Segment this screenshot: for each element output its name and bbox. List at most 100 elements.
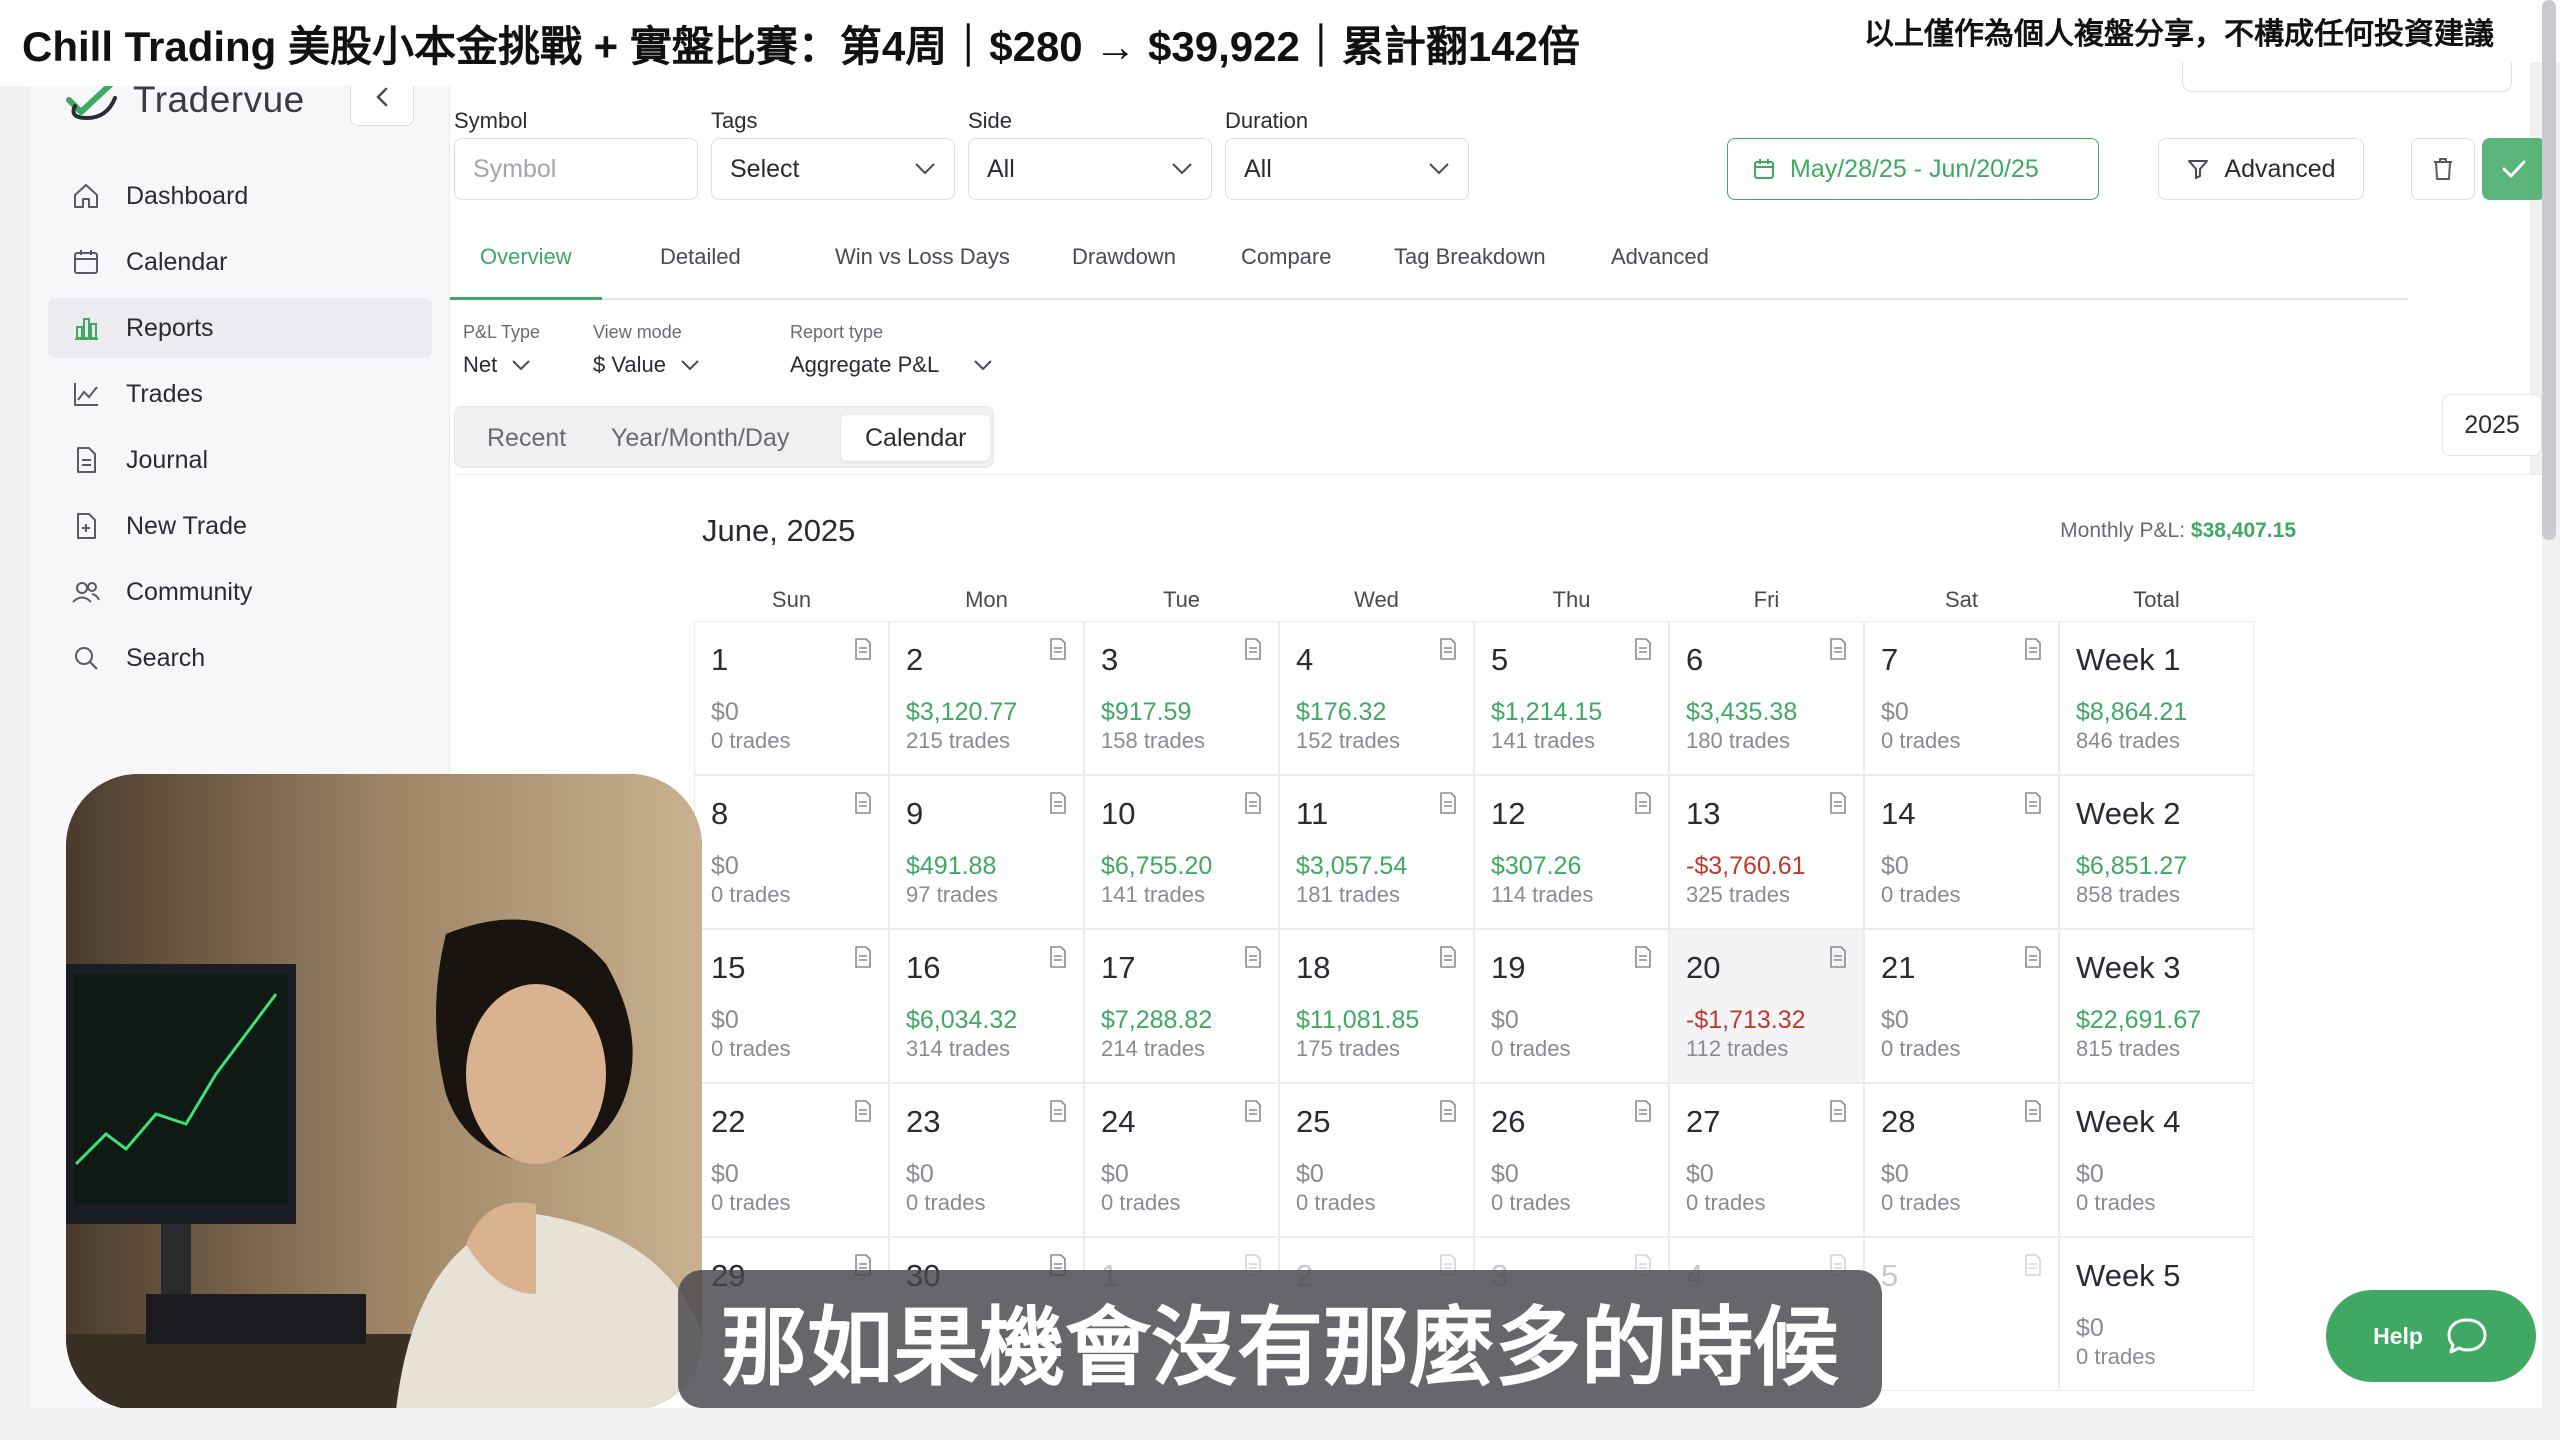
sidebar-item-calendar[interactable]: Calendar (48, 232, 432, 292)
note-icon[interactable] (1049, 638, 1067, 660)
view-mode-select[interactable]: $ Value (593, 352, 700, 378)
note-icon[interactable] (1049, 1100, 1067, 1122)
advanced-filter-button[interactable]: Advanced (2158, 138, 2364, 200)
note-icon[interactable] (1244, 638, 1262, 660)
note-icon[interactable] (1244, 946, 1262, 968)
clear-filters-button[interactable] (2411, 138, 2475, 200)
sidebar-item-dashboard[interactable]: Dashboard (48, 166, 432, 226)
calendar-day-cell[interactable]: 28 $0 0 trades (1864, 1083, 2059, 1237)
calendar-day-cell[interactable]: 27 $0 0 trades (1669, 1083, 1864, 1237)
view-recent[interactable]: Recent (463, 415, 590, 461)
note-icon[interactable] (2024, 792, 2042, 814)
tab-win-vs-loss-days[interactable]: Win vs Loss Days (835, 234, 1010, 300)
tab-drawdown[interactable]: Drawdown (1072, 234, 1176, 300)
note-icon[interactable] (1439, 1100, 1457, 1122)
note-icon[interactable] (1439, 946, 1457, 968)
note-icon[interactable] (1244, 792, 1262, 814)
sidebar-item-search[interactable]: Search (48, 628, 432, 688)
filter-icon (2188, 160, 2209, 179)
duration-select[interactable]: All (1225, 138, 1469, 200)
calendar-day-cell[interactable]: 13 -$3,760.61 325 trades (1669, 775, 1864, 929)
calendar-day-cell[interactable]: 25 $0 0 trades (1279, 1083, 1474, 1237)
symbol-input[interactable]: Symbol (454, 138, 698, 200)
note-icon[interactable] (1634, 638, 1652, 660)
note-icon[interactable] (1049, 792, 1067, 814)
tab-compare[interactable]: Compare (1241, 234, 1331, 300)
calendar-day-cell[interactable]: 1 $0 0 trades (694, 621, 889, 775)
calendar-day-cell[interactable]: 5 (1864, 1237, 2059, 1391)
note-icon[interactable] (2024, 946, 2042, 968)
year-selector[interactable]: 2025 (2442, 394, 2542, 456)
note-icon[interactable] (1829, 1100, 1847, 1122)
note-icon[interactable] (854, 1100, 872, 1122)
tab-detailed[interactable]: Detailed (660, 234, 741, 300)
week-total-cell[interactable]: Week 3 $22,691.67 815 trades (2059, 929, 2254, 1083)
calendar-day-cell[interactable]: 14 $0 0 trades (1864, 775, 2059, 929)
day-number: 8 (711, 796, 729, 831)
view-calendar[interactable]: Calendar (841, 415, 991, 461)
calendar-day-cell[interactable]: 2 $3,120.77 215 trades (889, 621, 1084, 775)
calendar-day-cell[interactable]: 10 $6,755.20 141 trades (1084, 775, 1279, 929)
calendar-day-cell[interactable]: 20 -$1,713.32 112 trades (1669, 929, 1864, 1083)
calendar-day-cell[interactable]: 16 $6,034.32 314 trades (889, 929, 1084, 1083)
calendar-day-cell[interactable]: 12 $307.26 114 trades (1474, 775, 1669, 929)
week-total-cell[interactable]: Week 1 $8,864.21 846 trades (2059, 621, 2254, 775)
calendar-day-cell[interactable]: 19 $0 0 trades (1474, 929, 1669, 1083)
week-total-cell[interactable]: Week 4 $0 0 trades (2059, 1083, 2254, 1237)
calendar-day-cell[interactable]: 23 $0 0 trades (889, 1083, 1084, 1237)
calendar-day-cell[interactable]: 26 $0 0 trades (1474, 1083, 1669, 1237)
pl-type-select[interactable]: Net (463, 352, 531, 378)
note-icon[interactable] (854, 792, 872, 814)
note-icon[interactable] (1634, 946, 1652, 968)
calendar-day-cell[interactable]: 11 $3,057.54 181 trades (1279, 775, 1474, 929)
calendar-day-cell[interactable]: 17 $7,288.82 214 trades (1084, 929, 1279, 1083)
day-pnl: $0 (1101, 1160, 1129, 1188)
date-range-picker[interactable]: May/28/25 - Jun/20/25 (1727, 138, 2099, 200)
note-icon[interactable] (854, 946, 872, 968)
note-icon[interactable] (2024, 1100, 2042, 1122)
calendar-day-cell[interactable]: 24 $0 0 trades (1084, 1083, 1279, 1237)
note-icon[interactable] (1244, 1100, 1262, 1122)
note-icon[interactable] (1634, 792, 1652, 814)
sidebar-item-reports[interactable]: Reports (48, 298, 432, 358)
note-icon[interactable] (1439, 638, 1457, 660)
view-year-month-day[interactable]: Year/Month/Day (587, 415, 813, 461)
note-icon[interactable] (1439, 792, 1457, 814)
calendar-day-cell[interactable]: 22 $0 0 trades (694, 1083, 889, 1237)
week-total-cell[interactable]: Week 2 $6,851.27 858 trades (2059, 775, 2254, 929)
note-icon[interactable] (2024, 638, 2042, 660)
note-icon[interactable] (1829, 946, 1847, 968)
page-scrollbar[interactable] (2542, 0, 2556, 540)
tab-advanced[interactable]: Advanced (1611, 234, 1709, 300)
note-icon[interactable] (1829, 792, 1847, 814)
calendar-day-cell[interactable]: 7 $0 0 trades (1864, 621, 2059, 775)
sidebar-item-trades[interactable]: Trades (48, 364, 432, 424)
calendar-day-cell[interactable]: 15 $0 0 trades (694, 929, 889, 1083)
side-select[interactable]: All (968, 138, 1212, 200)
calendar-day-cell[interactable]: 21 $0 0 trades (1864, 929, 2059, 1083)
report-type-select[interactable]: Aggregate P&L (790, 352, 993, 378)
apply-filters-button[interactable] (2482, 138, 2546, 200)
calendar-day-cell[interactable]: 9 $491.88 97 trades (889, 775, 1084, 929)
note-icon[interactable] (1829, 638, 1847, 660)
calendar-day-cell[interactable]: 8 $0 0 trades (694, 775, 889, 929)
calendar-day-cell[interactable]: 5 $1,214.15 141 trades (1474, 621, 1669, 775)
sidebar-item-new-trade[interactable]: New Trade (48, 496, 432, 556)
tags-select[interactable]: Select (711, 138, 955, 200)
calendar-day-cell[interactable]: 4 $176.32 152 trades (1279, 621, 1474, 775)
tab-overview[interactable]: Overview (450, 234, 602, 300)
note-icon[interactable] (2024, 1254, 2042, 1276)
sidebar-item-journal[interactable]: Journal (48, 430, 432, 490)
calendar-day-cell[interactable]: 3 $917.59 158 trades (1084, 621, 1279, 775)
day-trade-count: 215 trades (906, 728, 1010, 753)
tab-tag-breakdown[interactable]: Tag Breakdown (1394, 234, 1546, 300)
calendar-day-cell[interactable]: 18 $11,081.85 175 trades (1279, 929, 1474, 1083)
note-icon[interactable] (1049, 946, 1067, 968)
help-button[interactable]: Help (2326, 1290, 2536, 1382)
note-icon[interactable] (854, 638, 872, 660)
sidebar-item-community[interactable]: Community (48, 562, 432, 622)
note-icon[interactable] (1634, 1100, 1652, 1122)
calendar-day-cell[interactable]: 6 $3,435.38 180 trades (1669, 621, 1864, 775)
week-total-cell[interactable]: Week 5 $0 0 trades (2059, 1237, 2254, 1391)
day-number: 10 (1101, 796, 1136, 831)
